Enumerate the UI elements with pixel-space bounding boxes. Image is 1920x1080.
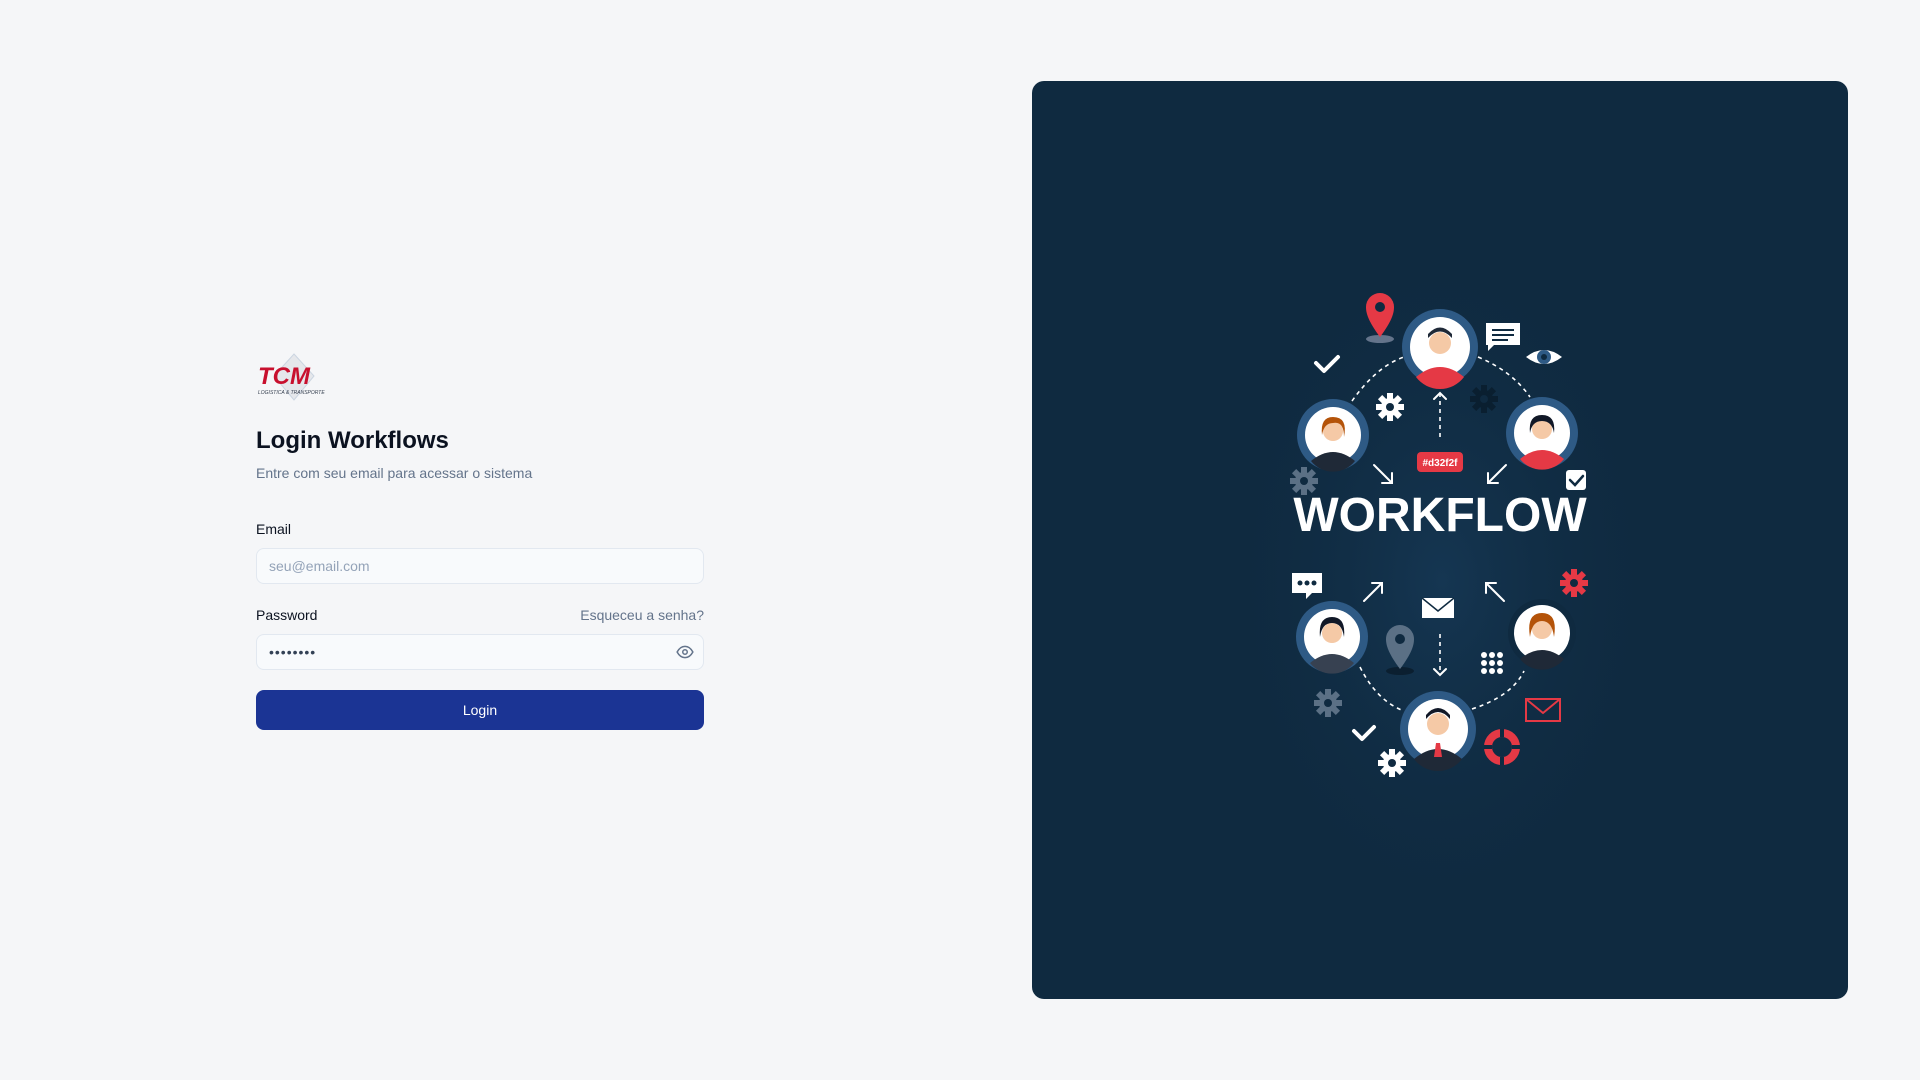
eye-icon[interactable] [676,643,694,661]
password-label-row: Password Esqueceu a senha? [256,606,704,624]
logo-tagline: LOGISTICA & TRANSPORTE [258,390,325,396]
color-badge: #d32f2f [1417,452,1463,472]
checkbox-icon [1566,470,1586,490]
email-label: Email [256,521,292,537]
gear-icon [1290,467,1318,495]
illustration-panel: WORKFLOW #d32f2f [1032,81,1848,999]
email-field[interactable] [256,548,704,584]
gear-icon [1560,569,1588,597]
gear-icon [1470,385,1498,413]
badge-text: #d32f2f [1422,458,1458,469]
email-field-wrap [256,548,704,584]
page-title: Login Workflows [256,427,449,454]
workflow-heading: WORKFLOW [1293,489,1587,542]
login-page: TCM LOGISTICA & TRANSPORTE Login Workflo… [0,0,1920,1080]
gear-icon [1376,393,1404,421]
login-button[interactable]: Login [256,690,704,730]
logo-text: TCM [258,363,311,390]
page-subtitle: Entre com seu email para acessar o siste… [256,465,533,481]
tcm-logo: TCM LOGISTICA & TRANSPORTE [258,353,325,401]
password-field-wrap [256,634,704,670]
email-label-row: Email [256,520,704,538]
login-form: TCM LOGISTICA & TRANSPORTE Login Workflo… [256,352,704,730]
password-field[interactable] [256,634,704,670]
gear-icon [1378,749,1406,777]
gear-icon [1314,689,1342,717]
password-label: Password [256,607,318,623]
forgot-password-link[interactable]: Esqueceu a senha? [580,607,704,623]
envelope-icon [1421,597,1455,618]
dots-grid-icon [1481,652,1503,674]
workflow-illustration: WORKFLOW #d32f2f [1212,221,1672,941]
